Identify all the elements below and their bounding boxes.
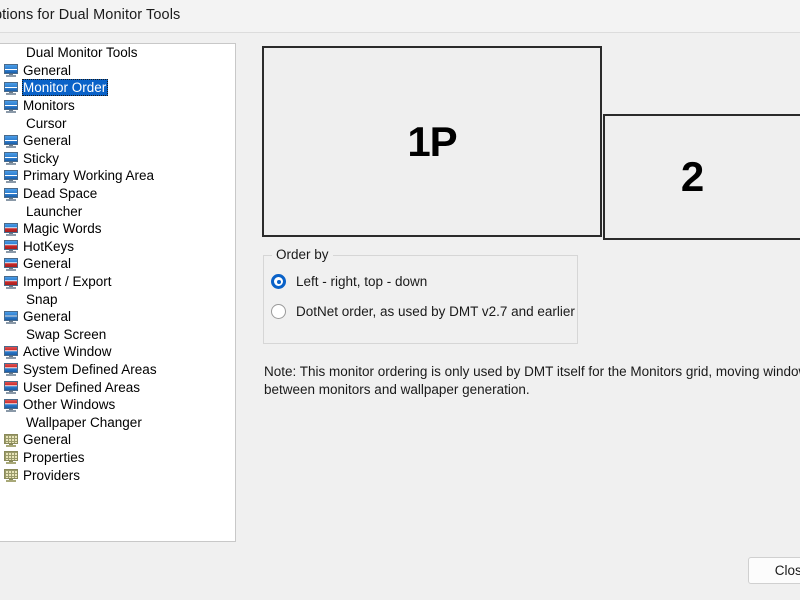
tree-item-dual-monitor-tools[interactable]: Dual Monitor Tools bbox=[0, 44, 235, 62]
tree-item-import-export[interactable]: Import / Export bbox=[0, 273, 235, 291]
tree-item-label: Monitors bbox=[23, 98, 75, 114]
tree-item-label: General bbox=[23, 62, 72, 78]
tree-item-label: Dual Monitor Tools bbox=[26, 45, 138, 61]
monitor-snap-icon bbox=[3, 309, 19, 325]
tree-item-launcher[interactable]: Launcher bbox=[0, 202, 235, 220]
radio-label-dotnet-order: DotNet order, as used by DMT v2.7 and ea… bbox=[296, 304, 575, 319]
tree-icon-placeholder bbox=[3, 326, 19, 342]
tree-item-label: Other Windows bbox=[23, 397, 116, 413]
tree-item-monitor-order[interactable]: Monitor Order bbox=[0, 79, 235, 97]
monitor-blue-icon bbox=[3, 62, 19, 78]
tree-item-general[interactable]: General bbox=[0, 431, 235, 449]
monitor-blue-icon bbox=[3, 168, 19, 184]
tree-item-label: Import / Export bbox=[23, 274, 112, 290]
settings-tree[interactable]: Dual Monitor Tools General Monitor Order Mo… bbox=[0, 43, 236, 542]
tree-item-providers[interactable]: Providers bbox=[0, 466, 235, 484]
monitor-wallpaper-icon bbox=[3, 449, 19, 465]
options-window: ptions for Dual Monitor Tools Dual Monit… bbox=[0, 0, 800, 600]
tree-item-label: Cursor bbox=[26, 115, 67, 131]
tree-item-user-defined-areas[interactable]: User Defined Areas bbox=[0, 378, 235, 396]
tree-item-monitors[interactable]: Monitors bbox=[0, 97, 235, 115]
tree-item-general[interactable]: General bbox=[0, 62, 235, 80]
radio-option-dotnet-order[interactable]: DotNet order, as used by DMT v2.7 and ea… bbox=[271, 304, 575, 319]
tree-item-dead-space[interactable]: Dead Space bbox=[0, 185, 235, 203]
tree-item-sticky[interactable]: Sticky bbox=[0, 150, 235, 168]
monitor-preview: 1P 2 bbox=[262, 46, 800, 246]
tree-item-label: System Defined Areas bbox=[23, 361, 157, 377]
tree-item-primary-working-area[interactable]: Primary Working Area bbox=[0, 167, 235, 185]
tree-item-label: Magic Words bbox=[23, 221, 102, 237]
monitor-label-2: 2 bbox=[680, 153, 704, 200]
monitor-swap-icon bbox=[3, 344, 19, 360]
tree-item-label: Snap bbox=[26, 291, 58, 307]
tree-icon-placeholder bbox=[3, 45, 19, 61]
tree-item-wallpaper-changer[interactable]: Wallpaper Changer bbox=[0, 413, 235, 431]
window-title: ptions for Dual Monitor Tools bbox=[0, 7, 181, 23]
order-by-legend: Order by bbox=[272, 247, 333, 262]
tree-item-magic-words[interactable]: Magic Words bbox=[0, 220, 235, 238]
monitor-launcher-icon bbox=[3, 221, 19, 237]
tree-item-system-defined-areas[interactable]: System Defined Areas bbox=[0, 361, 235, 379]
tree-icon-placeholder bbox=[3, 203, 19, 219]
monitor-rect-1[interactable]: 1P bbox=[262, 46, 602, 237]
monitor-launcher-icon bbox=[3, 256, 19, 272]
tree-item-label: Monitor Order bbox=[22, 79, 109, 97]
monitor-rect-2[interactable]: 2 bbox=[603, 114, 800, 240]
radio-icon-unselected[interactable] bbox=[271, 304, 286, 319]
tree-item-swap-screen[interactable]: Swap Screen bbox=[0, 326, 235, 344]
tree-item-cursor[interactable]: Cursor bbox=[0, 114, 235, 132]
tree-item-label: Properties bbox=[23, 449, 85, 465]
title-bar: ptions for Dual Monitor Tools bbox=[0, 0, 800, 33]
monitor-launcher-icon bbox=[3, 274, 19, 290]
tree-item-general[interactable]: General bbox=[0, 255, 235, 273]
tree-icon-placeholder bbox=[3, 414, 19, 430]
monitor-label-1: 1P bbox=[407, 117, 457, 165]
close-button[interactable]: Close bbox=[748, 557, 800, 584]
monitor-blue-icon bbox=[3, 150, 19, 166]
monitor-swap-icon bbox=[3, 397, 19, 413]
monitor-wallpaper-icon bbox=[3, 432, 19, 448]
tree-icon-placeholder bbox=[3, 291, 19, 307]
tree-item-label: Sticky bbox=[23, 150, 60, 166]
tree-icon-placeholder bbox=[3, 115, 19, 131]
radio-icon-selected[interactable] bbox=[271, 274, 286, 289]
note-text: Note: This monitor ordering is only used… bbox=[264, 364, 800, 397]
monitor-blue-icon bbox=[3, 80, 19, 96]
tree-item-general[interactable]: General bbox=[0, 132, 235, 150]
tree-item-label: User Defined Areas bbox=[23, 379, 141, 395]
tree-item-label: General bbox=[23, 256, 72, 272]
tree-item-label: HotKeys bbox=[23, 238, 75, 254]
tree-item-snap[interactable]: Snap bbox=[0, 290, 235, 308]
tree-item-active-window[interactable]: Active Window bbox=[0, 343, 235, 361]
monitor-blue-icon bbox=[3, 186, 19, 202]
order-by-groupbox: Order by Left - right, top - down DotNet… bbox=[263, 247, 578, 344]
tree-item-properties[interactable]: Properties bbox=[0, 449, 235, 467]
radio-option-left-right-top-down[interactable]: Left - right, top - down bbox=[271, 274, 427, 289]
tree-item-label: Primary Working Area bbox=[23, 168, 155, 184]
monitor-launcher-icon bbox=[3, 238, 19, 254]
radio-label-left-right-top-down: Left - right, top - down bbox=[296, 274, 428, 289]
tree-item-label: Active Window bbox=[23, 344, 112, 360]
tree-item-other-windows[interactable]: Other Windows bbox=[0, 396, 235, 414]
tree-item-hotkeys[interactable]: HotKeys bbox=[0, 238, 235, 256]
monitor-swap-icon bbox=[3, 361, 19, 377]
monitor-wallpaper-icon bbox=[3, 467, 19, 483]
tree-item-label: General bbox=[23, 309, 72, 325]
tree-item-label: Launcher bbox=[26, 203, 83, 219]
tree-item-label: Wallpaper Changer bbox=[26, 414, 142, 430]
monitor-blue-icon bbox=[3, 98, 19, 114]
tree-item-label: General bbox=[23, 133, 72, 149]
tree-item-label: General bbox=[23, 432, 72, 448]
tree-item-label: Dead Space bbox=[23, 186, 98, 202]
tree-item-label: Swap Screen bbox=[26, 326, 107, 342]
tree-item-label: Providers bbox=[23, 467, 81, 483]
monitor-blue-icon bbox=[3, 133, 19, 149]
tree-item-general[interactable]: General bbox=[0, 308, 235, 326]
monitor-swap-icon bbox=[3, 379, 19, 395]
